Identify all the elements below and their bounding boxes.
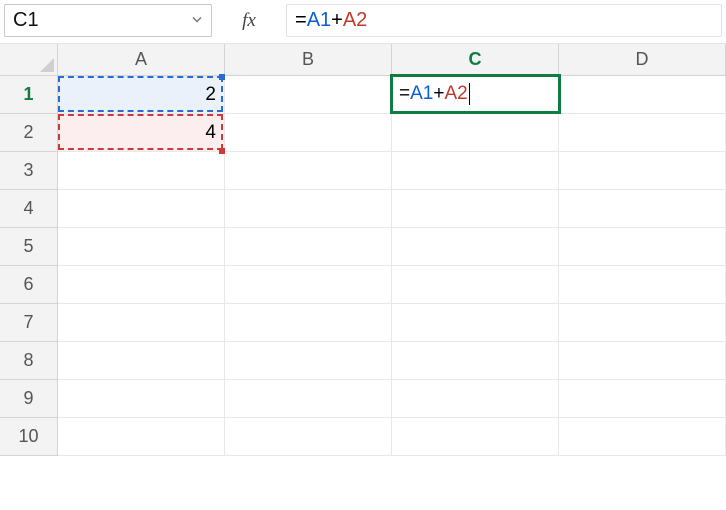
editing-ref1: A1 — [410, 83, 433, 105]
cell-c8[interactable] — [392, 342, 559, 380]
reference-handle-a1[interactable] — [219, 74, 225, 80]
cell-d8[interactable] — [559, 342, 726, 380]
row-header-7[interactable]: 7 — [0, 304, 58, 342]
cell-a10[interactable] — [58, 418, 225, 456]
cell-b1[interactable] — [225, 76, 392, 114]
row-header-5[interactable]: 5 — [0, 228, 58, 266]
editing-cell-c1[interactable]: =A1+A2 — [390, 74, 561, 114]
row-header-2[interactable]: 2 — [0, 114, 58, 152]
formula-ref1: A1 — [307, 9, 331, 32]
cell-d5[interactable] — [559, 228, 726, 266]
editing-eq: = — [399, 83, 410, 105]
fx-icon[interactable]: fx — [222, 4, 276, 37]
cell-c4[interactable] — [392, 190, 559, 228]
select-all-corner[interactable] — [0, 44, 58, 75]
row-header-8[interactable]: 8 — [0, 342, 58, 380]
cell-b7[interactable] — [225, 304, 392, 342]
cell-d10[interactable] — [559, 418, 726, 456]
cell-a3[interactable] — [58, 152, 225, 190]
cell-a6[interactable] — [58, 266, 225, 304]
formula-plus: + — [331, 9, 343, 32]
row-header-6[interactable]: 6 — [0, 266, 58, 304]
cell-a2[interactable]: 4 — [58, 114, 225, 152]
row-headers: 1 2 3 4 5 6 7 8 9 10 — [0, 76, 58, 456]
text-cursor-icon — [469, 83, 470, 105]
row-header-3[interactable]: 3 — [0, 152, 58, 190]
spreadsheet-grid: A B C D 1 2 3 4 5 6 7 8 9 10 2 4 — [0, 44, 726, 456]
cell-b5[interactable] — [225, 228, 392, 266]
formula-ref2: A2 — [343, 9, 367, 32]
column-header-row: A B C D — [0, 44, 726, 76]
cell-d6[interactable] — [559, 266, 726, 304]
formula-bar-area: C1 fx =A1+A2 — [0, 0, 726, 44]
cell-a1[interactable]: 2 — [58, 76, 225, 114]
cell-d7[interactable] — [559, 304, 726, 342]
cell-b3[interactable] — [225, 152, 392, 190]
reference-handle-a2[interactable] — [219, 148, 225, 154]
column-header-d[interactable]: D — [559, 44, 726, 75]
row-header-10[interactable]: 10 — [0, 418, 58, 456]
cell-d9[interactable] — [559, 380, 726, 418]
cell-a8[interactable] — [58, 342, 225, 380]
cell-b8[interactable] — [225, 342, 392, 380]
row-header-9[interactable]: 9 — [0, 380, 58, 418]
cell-b4[interactable] — [225, 190, 392, 228]
cell-a4[interactable] — [58, 190, 225, 228]
cell-a5[interactable] — [58, 228, 225, 266]
cell-c9[interactable] — [392, 380, 559, 418]
cell-d4[interactable] — [559, 190, 726, 228]
formula-eq: = — [295, 9, 307, 32]
column-header-a[interactable]: A — [58, 44, 225, 75]
cell-b10[interactable] — [225, 418, 392, 456]
cell-a7[interactable] — [58, 304, 225, 342]
cell-b6[interactable] — [225, 266, 392, 304]
cell-d3[interactable] — [559, 152, 726, 190]
cell-c10[interactable] — [392, 418, 559, 456]
column-header-b[interactable]: B — [225, 44, 392, 75]
editing-ref2: A2 — [444, 83, 467, 105]
cell-b9[interactable] — [225, 380, 392, 418]
cell-d2[interactable] — [559, 114, 726, 152]
name-box-value: C1 — [13, 9, 39, 32]
name-box[interactable]: C1 — [4, 4, 212, 37]
cell-c5[interactable] — [392, 228, 559, 266]
cell-c2[interactable] — [392, 114, 559, 152]
rows-container: 1 2 3 4 5 6 7 8 9 10 2 4 — [0, 76, 726, 456]
cell-b2[interactable] — [225, 114, 392, 152]
column-header-c[interactable]: C — [392, 44, 559, 75]
chevron-down-icon[interactable] — [191, 12, 203, 29]
cell-c6[interactable] — [392, 266, 559, 304]
editing-plus: + — [433, 83, 444, 105]
cells-area: 2 4 — [58, 76, 726, 456]
row-header-4[interactable]: 4 — [0, 190, 58, 228]
cell-c3[interactable] — [392, 152, 559, 190]
cell-a9[interactable] — [58, 380, 225, 418]
row-header-1[interactable]: 1 — [0, 76, 58, 114]
cell-c7[interactable] — [392, 304, 559, 342]
cell-d1[interactable] — [559, 76, 726, 114]
formula-bar[interactable]: =A1+A2 — [286, 4, 722, 37]
